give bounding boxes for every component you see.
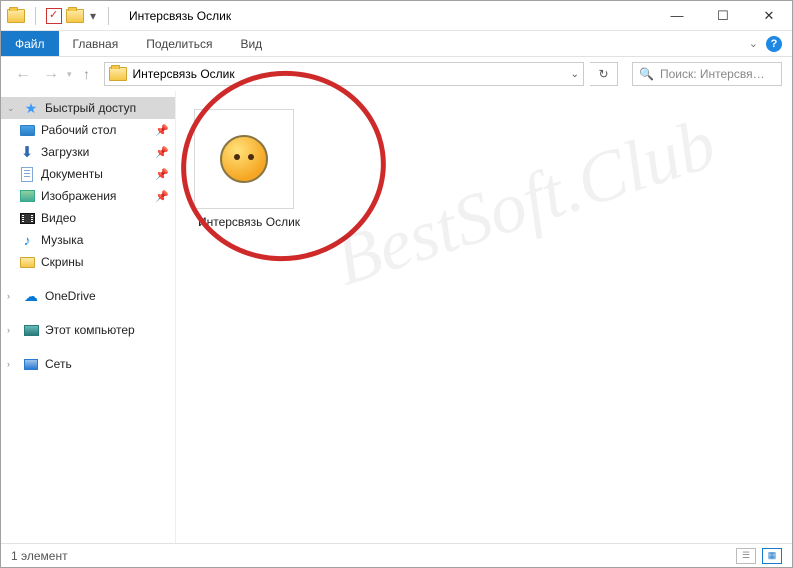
sidebar-item-onedrive[interactable]: › ☁ OneDrive — [1, 285, 175, 307]
file-thumbnail — [194, 109, 294, 209]
sidebar-item-desktop[interactable]: Рабочий стол 📌 — [1, 119, 175, 141]
refresh-button[interactable]: ↻ — [590, 62, 618, 86]
navigation-bar: ← → ▾ ↑ Интерсвязь Ослик ⌄ ↻ 🔍 Поиск: Ин… — [1, 57, 792, 91]
separator — [108, 7, 109, 25]
sidebar-item-label: Рабочий стол — [41, 123, 116, 137]
quick-access-toolbar: ▾ — [1, 7, 121, 25]
video-icon — [20, 213, 35, 224]
network-icon — [24, 359, 38, 370]
tab-home[interactable]: Главная — [59, 31, 133, 56]
app-icon — [220, 135, 268, 183]
sidebar-item-label: Изображения — [41, 189, 116, 203]
breadcrumb-segment[interactable]: Интерсвязь Ослик — [133, 67, 235, 81]
sidebar-item-images[interactable]: Изображения 📌 — [1, 185, 175, 207]
file-list[interactable]: Интерсвязь Ослик — [176, 91, 792, 543]
navigation-pane: ⌄ ★ Быстрый доступ Рабочий стол 📌 ⬇ Загр… — [1, 91, 176, 543]
address-dropdown-icon[interactable]: ⌄ — [571, 69, 579, 80]
search-placeholder: Поиск: Интерсвя… — [660, 67, 765, 81]
pin-icon: 📌 — [155, 146, 169, 159]
sidebar-item-label: Загрузки — [41, 145, 89, 159]
sidebar-item-label: Скрины — [41, 255, 84, 269]
ribbon-collapse-icon[interactable]: ⌄ — [749, 37, 758, 50]
sidebar-item-label: Музыка — [41, 233, 83, 247]
separator — [35, 7, 36, 25]
sidebar-item-video[interactable]: Видео — [1, 207, 175, 229]
main-area: ⌄ ★ Быстрый доступ Рабочий стол 📌 ⬇ Загр… — [1, 91, 792, 543]
sidebar-item-quick-access[interactable]: ⌄ ★ Быстрый доступ — [1, 97, 175, 119]
computer-icon — [24, 325, 39, 336]
search-input[interactable]: 🔍 Поиск: Интерсвя… — [632, 62, 782, 86]
sidebar-item-downloads[interactable]: ⬇ Загрузки 📌 — [1, 141, 175, 163]
images-icon — [20, 190, 35, 202]
sidebar-item-documents[interactable]: Документы 📌 — [1, 163, 175, 185]
sidebar-item-label: Быстрый доступ — [45, 101, 136, 115]
pin-icon: 📌 — [155, 168, 169, 181]
qat-dropdown-icon[interactable]: ▾ — [88, 9, 98, 23]
status-bar: 1 элемент ☰ ▦ — [1, 543, 792, 567]
tab-share[interactable]: Поделиться — [132, 31, 226, 56]
download-icon: ⬇ — [19, 144, 35, 160]
ribbon-tabs: Файл Главная Поделиться Вид ⌄ ? — [1, 31, 792, 57]
back-button[interactable]: ← — [11, 62, 35, 86]
item-count: 1 элемент — [11, 549, 68, 563]
music-icon: ♪ — [19, 232, 35, 248]
sidebar-item-network[interactable]: › Сеть — [1, 353, 175, 375]
window-controls: — ☐ ✕ — [654, 1, 792, 30]
help-icon[interactable]: ? — [766, 36, 782, 52]
file-item[interactable]: Интерсвязь Ослик — [194, 109, 304, 229]
sidebar-item-label: Сеть — [45, 357, 72, 371]
pin-icon: 📌 — [155, 190, 169, 203]
minimize-button[interactable]: — — [654, 1, 700, 30]
folder-icon — [20, 257, 35, 268]
forward-button[interactable]: → — [39, 62, 63, 86]
maximize-button[interactable]: ☐ — [700, 1, 746, 30]
sidebar-item-label: Документы — [41, 167, 103, 181]
close-button[interactable]: ✕ — [746, 1, 792, 30]
sidebar-item-label: Этот компьютер — [45, 323, 135, 337]
sidebar-item-label: Видео — [41, 211, 76, 225]
history-dropdown-icon[interactable]: ▾ — [67, 69, 72, 80]
document-icon — [21, 167, 33, 182]
sidebar-item-screenshots[interactable]: Скрины — [1, 251, 175, 273]
folder-icon[interactable] — [7, 9, 25, 23]
tab-file[interactable]: Файл — [1, 31, 59, 56]
chevron-right-icon[interactable]: › — [7, 325, 17, 335]
sidebar-item-label: OneDrive — [45, 289, 96, 303]
folder-icon — [109, 67, 127, 81]
new-folder-icon[interactable] — [66, 9, 84, 23]
sidebar-item-music[interactable]: ♪ Музыка — [1, 229, 175, 251]
file-label: Интерсвязь Ослик — [194, 215, 304, 229]
chevron-right-icon[interactable]: › — [7, 291, 17, 301]
up-button[interactable]: ↑ — [76, 63, 98, 85]
sidebar-item-this-pc[interactable]: › Этот компьютер — [1, 319, 175, 341]
desktop-icon — [20, 125, 35, 136]
icons-view-button[interactable]: ▦ — [762, 548, 782, 564]
onedrive-icon: ☁ — [23, 288, 39, 304]
pin-icon: 📌 — [155, 124, 169, 137]
window-title: Интерсвязь Ослик — [129, 9, 231, 23]
properties-icon[interactable] — [46, 8, 62, 24]
star-icon: ★ — [23, 100, 39, 116]
details-view-button[interactable]: ☰ — [736, 548, 756, 564]
chevron-down-icon[interactable]: ⌄ — [7, 103, 17, 114]
title-bar: ▾ Интерсвязь Ослик — ☐ ✕ — [1, 1, 792, 31]
chevron-right-icon[interactable]: › — [7, 359, 17, 369]
search-icon: 🔍 — [639, 67, 654, 81]
address-bar[interactable]: Интерсвязь Ослик ⌄ — [104, 62, 584, 86]
tab-view[interactable]: Вид — [226, 31, 276, 56]
